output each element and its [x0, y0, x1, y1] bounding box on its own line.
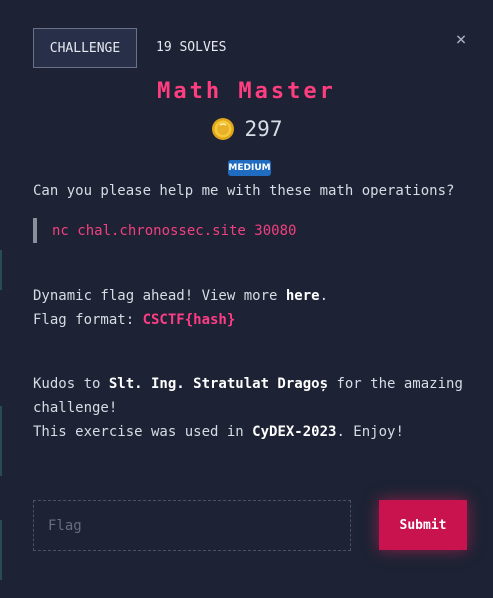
dynamic-flag-suffix: . [319, 288, 329, 304]
dynamic-flag-line: Dynamic flag ahead! View more here. [33, 284, 328, 308]
backdrop-edge [0, 406, 2, 476]
challenge-modal: CHALLENGE 19 SOLVES × Math Master 297 ME… [0, 0, 493, 598]
close-icon[interactable]: × [453, 31, 469, 49]
flag-format-value: CSCTF{hash} [142, 312, 236, 328]
kudos-line: Kudos to Slt. Ing. Stratulat Dragoș for … [33, 372, 463, 396]
backdrop-edge [0, 250, 2, 290]
cydex-prefix: This exercise was used in [33, 424, 253, 440]
flag-format-label: Flag format: [33, 312, 143, 328]
difficulty-badge: MEDIUM [228, 160, 271, 176]
cydex-name: CyDEX-2023 [252, 424, 337, 440]
netcat-command: nc chal.chronossec.site 30080 [52, 222, 297, 239]
points-row: 297 [0, 117, 493, 141]
command-block: nc chal.chronossec.site 30080 [33, 218, 296, 243]
description-intro: Can you please help me with these math o… [33, 183, 455, 199]
tab-challenge[interactable]: CHALLENGE [33, 28, 137, 68]
kudos-suffix: for the amazing [328, 376, 463, 392]
flag-input[interactable] [33, 500, 351, 551]
challenge-points: 297 [244, 117, 283, 141]
backdrop-edge [0, 520, 2, 580]
kudos-line-2: challenge! [33, 400, 118, 416]
submit-button[interactable]: Submit [379, 500, 467, 550]
tab-solves[interactable]: 19 SOLVES [156, 40, 226, 55]
view-more-link[interactable]: here [286, 288, 320, 304]
cydex-line: This exercise was used in CyDEX-2023. En… [33, 420, 404, 444]
kudos-prefix: Kudos to [33, 376, 109, 392]
flag-format-line: Flag format: CSCTF{hash} [33, 308, 235, 332]
blockquote-bar [33, 218, 37, 243]
dynamic-flag-text: Dynamic flag ahead! View more [33, 288, 286, 304]
challenge-title: Math Master [157, 79, 336, 104]
coin-icon [211, 118, 234, 140]
author-name: Slt. Ing. Stratulat Dragoș [108, 376, 329, 392]
cydex-suffix: . Enjoy! [336, 424, 404, 440]
